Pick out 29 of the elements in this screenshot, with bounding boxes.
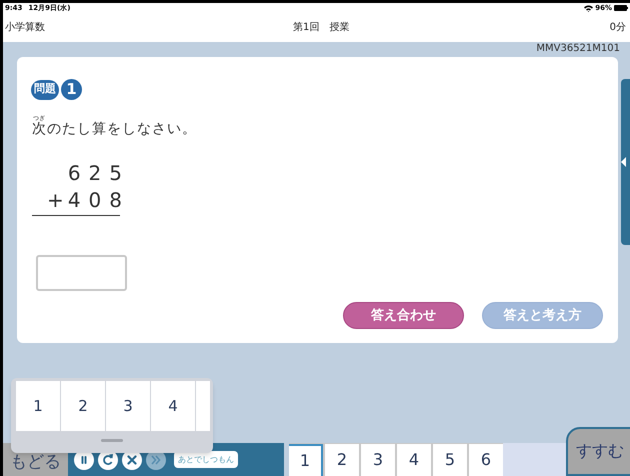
number-cell[interactable]: 4 <box>151 381 195 431</box>
problem-code: MMV36521M101 <box>536 43 620 56</box>
next-button[interactable]: すすむ <box>566 427 630 476</box>
drag-handle[interactable] <box>101 439 123 442</box>
instruction-text: 次のたし算をしなさい。 <box>32 121 197 139</box>
battery-icon <box>614 5 628 11</box>
plus-sign: + <box>47 187 64 214</box>
question-tab[interactable]: 6 <box>469 444 503 476</box>
number-cell[interactable]: 2 <box>61 381 105 431</box>
number-cell[interactable]: 3 <box>106 381 150 431</box>
side-panel-tab[interactable] <box>621 79 630 245</box>
question-number: 1 <box>61 79 82 100</box>
subject-label: 小学算数 <box>5 20 45 35</box>
number-cell[interactable] <box>196 381 210 431</box>
operand-number: 408 <box>68 187 130 214</box>
caret-icon <box>621 157 626 167</box>
addend-number: 625 <box>68 160 130 187</box>
answer-action-button[interactable]: 答え合わせ <box>343 302 464 329</box>
answer-field[interactable] <box>36 255 127 291</box>
wifi-icon <box>584 4 594 12</box>
elapsed-time: 0分 <box>610 21 627 35</box>
question-tab[interactable]: 5 <box>433 444 467 476</box>
question-badge: 問題 <box>31 80 59 100</box>
question-tab[interactable]: 4 <box>397 444 431 476</box>
question-tab[interactable]: 3 <box>361 444 395 476</box>
question-tab[interactable]: 1 <box>289 444 323 476</box>
number-cell[interactable]: 1 <box>16 381 60 431</box>
lesson-title: 第1回 授業 <box>293 20 350 35</box>
question-tab[interactable]: 2 <box>325 444 359 476</box>
